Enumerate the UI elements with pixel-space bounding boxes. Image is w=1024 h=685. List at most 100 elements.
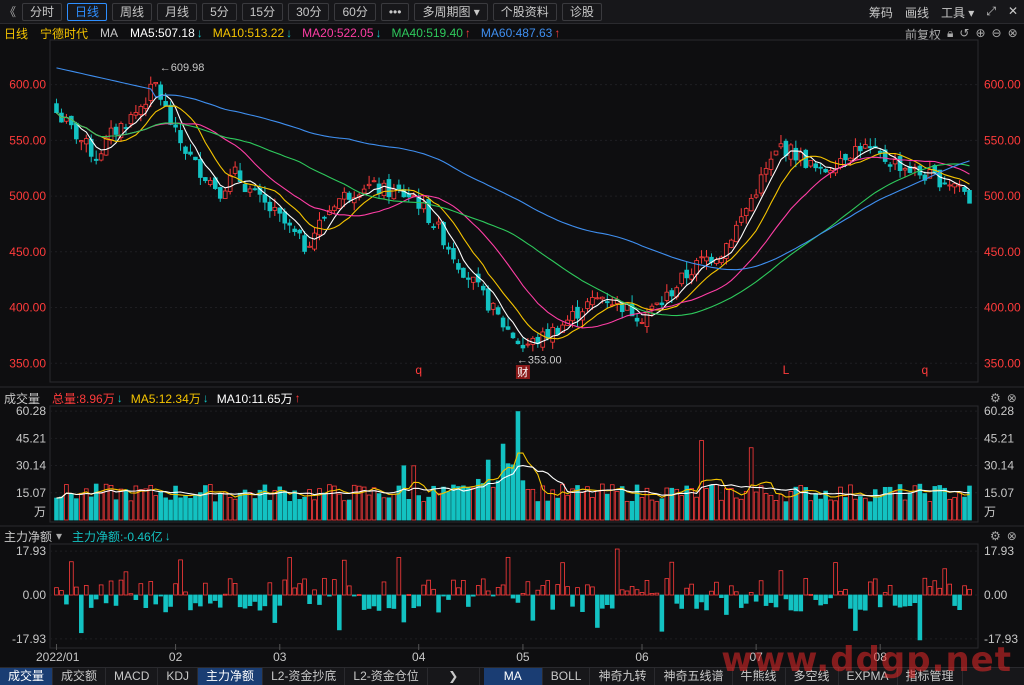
price-tick-left: 400.00 <box>9 301 46 315</box>
volume-bar <box>743 491 749 521</box>
volume-bar <box>252 498 258 521</box>
candle <box>178 130 183 144</box>
candle <box>242 183 248 193</box>
candle <box>317 219 322 236</box>
volume-tick-right: 45.21 <box>984 431 1014 445</box>
x-label: 06 <box>635 650 649 664</box>
volume-bar <box>833 500 838 521</box>
price-tick-left: 350.00 <box>9 356 46 370</box>
volume-bar <box>446 491 451 521</box>
candle <box>262 194 268 203</box>
tab-indicator[interactable]: L2-资金抄底 <box>263 668 346 685</box>
volume-bar <box>872 489 878 521</box>
volume-bar <box>143 488 149 521</box>
flow-bar <box>634 589 640 596</box>
volume-bar <box>947 498 952 521</box>
candle <box>525 343 531 346</box>
volume-tick-left: 15.07 <box>16 486 46 500</box>
volume-bar <box>634 484 640 521</box>
flow-bar <box>719 594 724 598</box>
flow-bar <box>232 583 238 596</box>
candle <box>272 207 278 211</box>
flow-bar <box>793 594 799 612</box>
flow-bar <box>808 593 814 596</box>
candle <box>148 83 154 101</box>
candle <box>858 145 863 152</box>
candle <box>962 186 967 192</box>
candle <box>743 208 749 216</box>
tab-indicator[interactable]: 成交量 <box>0 668 54 685</box>
candle <box>595 297 600 300</box>
flow-bar <box>262 594 268 607</box>
flow-bar <box>783 594 789 600</box>
stock-chart[interactable]: 600.00 600.00 550.00 550.00 500.00 500.00 450.… <box>0 0 1024 667</box>
flow-bar <box>431 588 436 596</box>
tab-indicator[interactable]: 成交额 <box>53 668 107 685</box>
candle <box>585 301 590 309</box>
flow-bar <box>411 594 417 609</box>
volume-bar <box>163 497 168 521</box>
flow-bar <box>679 594 684 609</box>
flow-bar <box>282 579 288 596</box>
flow-bar <box>500 584 506 596</box>
candle <box>292 228 297 233</box>
candle <box>763 168 769 175</box>
volume-bar <box>193 495 198 521</box>
flow-bar <box>694 594 699 609</box>
flow-bar <box>456 587 461 596</box>
volume-bar <box>530 488 536 521</box>
candle <box>689 274 694 280</box>
volume-bar <box>600 483 605 521</box>
candle <box>74 122 79 140</box>
flow-bar <box>788 594 794 611</box>
flow-bar <box>580 594 585 612</box>
flow-bar <box>624 590 630 596</box>
x-label: 02 <box>169 650 183 664</box>
flow-bar <box>510 594 516 599</box>
tab-indicator[interactable]: L2-资金仓位 <box>345 668 428 685</box>
candle <box>193 156 198 161</box>
volume-tick-right: 30.14 <box>984 459 1014 473</box>
x-label: 2022/01 <box>36 650 80 664</box>
volume-unit-left: 万 <box>34 505 46 519</box>
volume-bar <box>932 486 938 521</box>
tab-overlay[interactable]: BOLL <box>543 668 591 685</box>
candle <box>684 269 689 279</box>
candle <box>183 146 188 154</box>
flow-bar <box>342 559 347 596</box>
candle <box>366 183 372 187</box>
tab-indicator[interactable]: KDJ <box>158 668 199 685</box>
candle <box>768 158 774 170</box>
candle <box>342 191 347 200</box>
flow-bar <box>173 583 178 596</box>
next-arrow-icon[interactable]: ❯ <box>428 668 480 685</box>
flow-bar <box>867 581 873 596</box>
volume-bar <box>88 496 94 521</box>
candle <box>371 180 377 183</box>
flow-bar <box>461 579 466 596</box>
watermark: www.ddgp.net <box>721 640 1012 680</box>
flow-bar <box>346 585 352 596</box>
volume-bar <box>565 494 570 521</box>
volume-bar <box>853 498 858 521</box>
tab-indicator[interactable]: 主力净额 <box>198 668 264 685</box>
volume-bar <box>669 487 675 521</box>
flow-bar <box>406 594 412 596</box>
candle <box>128 114 134 125</box>
candle <box>649 305 655 310</box>
flow-bar <box>858 594 863 610</box>
tab-indicator[interactable]: MACD <box>106 668 159 685</box>
volume-bar <box>287 501 292 521</box>
flow-bar <box>570 594 575 607</box>
flow-bar <box>247 594 253 607</box>
volume-bar <box>967 485 972 521</box>
volume-bar <box>401 465 407 521</box>
flow-bar <box>485 590 491 596</box>
volume-bar <box>227 497 233 521</box>
flow-tick-right: 17.93 <box>984 544 1014 558</box>
tab-overlay[interactable]: 神奇九转 <box>590 668 656 685</box>
flow-bar <box>699 594 704 603</box>
volume-bar <box>907 492 913 521</box>
tab-overlay[interactable]: MA <box>483 668 543 685</box>
flow-bar <box>545 580 551 596</box>
